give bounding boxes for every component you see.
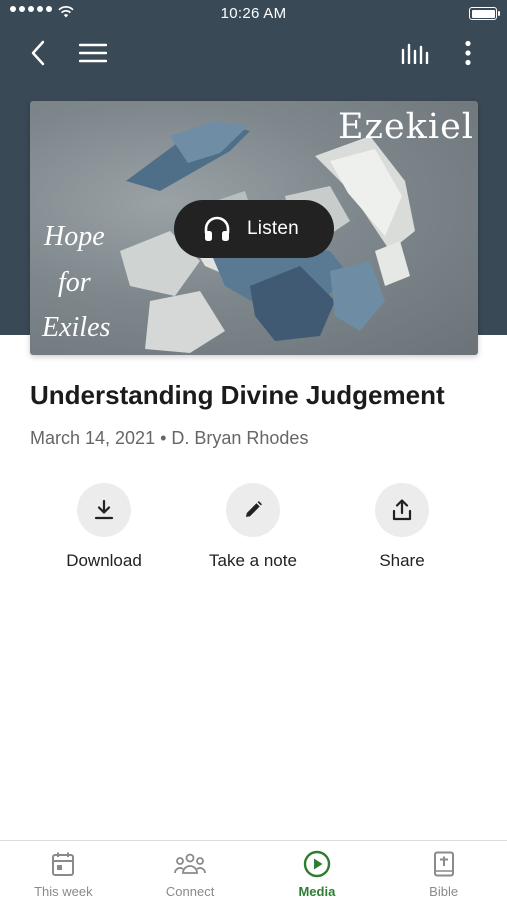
download-label: Download — [66, 551, 142, 570]
chevron-left-icon — [31, 40, 45, 66]
listen-button[interactable]: Listen — [174, 200, 334, 258]
sermon-meta: March 14, 2021 • D. Bryan Rhodes — [30, 428, 309, 448]
tab-label: This week — [34, 884, 93, 899]
back-button[interactable] — [21, 36, 55, 70]
battery-icon — [469, 7, 500, 20]
bible-icon — [433, 851, 454, 877]
audio-bars-icon — [401, 43, 429, 64]
sermon-title: Understanding Divine Judgement — [30, 380, 445, 410]
bottom-tab-bar: This week Connect Media Bible — [0, 840, 507, 900]
status-time: 10:26 AM — [220, 5, 287, 22]
audio-levels-button[interactable] — [398, 36, 432, 70]
calendar-icon — [52, 852, 75, 876]
sermon-artwork: Ezekiel Hope for Exiles Listen — [30, 101, 478, 355]
top-navigation — [0, 30, 507, 76]
tab-media[interactable]: Media — [254, 841, 381, 900]
tab-bible[interactable]: Bible — [380, 841, 507, 900]
share-label: Share — [379, 551, 425, 570]
tab-this-week[interactable]: This week — [0, 841, 127, 900]
download-button[interactable]: Download — [29, 483, 179, 571]
people-icon — [174, 853, 207, 874]
series-title: Ezekiel — [337, 107, 474, 147]
take-note-button[interactable]: Take a note — [178, 483, 328, 571]
share-icon-circle — [375, 483, 429, 537]
tab-label: Connect — [165, 884, 215, 899]
note-icon-circle — [226, 483, 280, 537]
tab-label: Bible — [429, 884, 459, 899]
more-options-button[interactable] — [451, 36, 485, 70]
download-icon-circle — [77, 483, 131, 537]
listen-label: Listen — [247, 218, 299, 239]
tab-connect[interactable]: Connect — [127, 841, 254, 900]
share-button[interactable]: Share — [327, 483, 477, 571]
cover-text-line: for — [58, 267, 91, 298]
cover-text-line: Exiles — [42, 312, 111, 343]
hamburger-menu-icon — [79, 43, 107, 63]
pencil-icon — [246, 501, 262, 517]
status-bar: 10:26 AM — [0, 0, 507, 28]
tab-label: Media — [298, 884, 336, 899]
share-icon — [392, 499, 412, 521]
play-circle-icon — [303, 850, 331, 878]
cover-text-line: Hope — [44, 221, 105, 252]
take-note-label: Take a note — [209, 551, 297, 570]
download-icon — [94, 499, 114, 520]
menu-button[interactable] — [76, 36, 110, 70]
more-vertical-icon — [465, 40, 471, 66]
headphones-icon — [204, 216, 230, 241]
